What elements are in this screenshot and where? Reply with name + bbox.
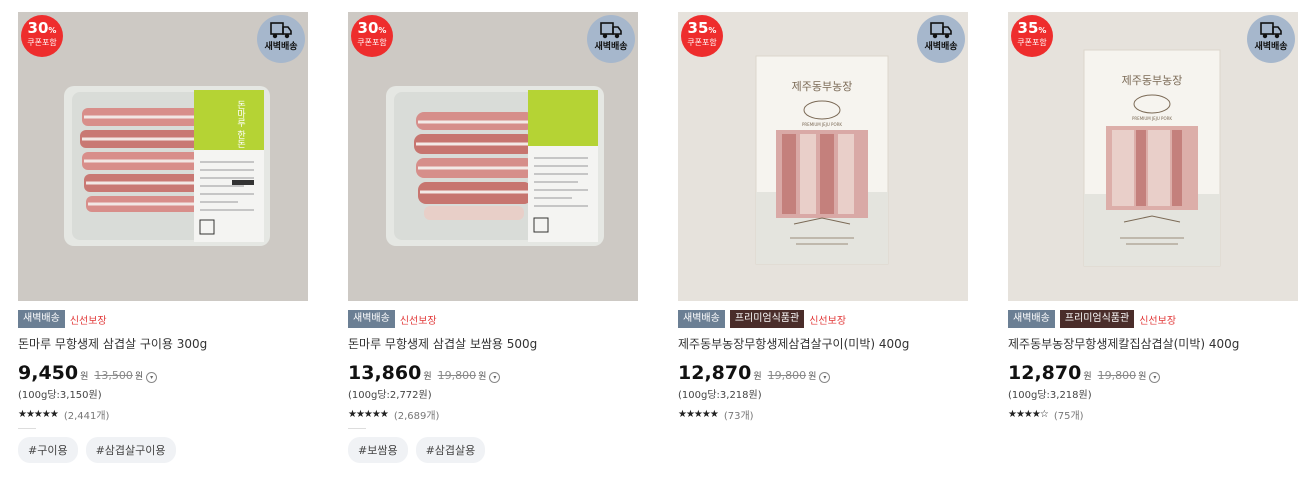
truck-icon: [600, 22, 622, 39]
dawn-tag: 새벽배송: [348, 310, 395, 328]
farm-en: PREMIUM JEJU PORK: [1132, 116, 1172, 121]
hashtag[interactable]: #구이용: [18, 437, 78, 463]
dawn-delivery-badge: 새벽배송: [1247, 15, 1295, 63]
fresh-guarantee: 신선보장: [399, 315, 437, 327]
product-image[interactable]: 제주동부농장 PREMIUM JEJU PORK 35% 쿠폰포함 새벽배송: [1008, 12, 1298, 301]
farm-name: 제주동부농장: [792, 80, 853, 93]
divider: [348, 428, 366, 429]
product-name[interactable]: 돈마루 무항생제 삼겹살 보쌈용 500g: [348, 335, 638, 352]
original-price: 13,500: [94, 369, 133, 382]
product-card[interactable]: 제주동부농장 PREMIUM JEJU PORK 35% 쿠폰포함 새벽배송 새…: [1008, 12, 1298, 422]
star-rating: ★★★★★: [18, 409, 59, 420]
unit-price: (100g당:2,772원): [348, 390, 432, 401]
sale-price: 12,870: [678, 362, 752, 384]
fresh-guarantee: 신선보장: [69, 315, 107, 327]
dawn-tag: 새벽배송: [1008, 310, 1055, 328]
brand-label: 돈마루 한돈: [235, 100, 245, 148]
sale-price: 9,450: [18, 362, 79, 384]
sale-price: 12,870: [1008, 362, 1082, 384]
dawn-delivery-badge: 새벽배송: [257, 15, 305, 63]
product-card[interactable]: 제주동부농장 PREMIUM JEJU PORK 35% 쿠폰포함 새벽배송 새…: [678, 12, 968, 422]
product-image[interactable]: 돈마루 한돈 30% 쿠폰포함 새벽배송: [18, 12, 308, 301]
hashtag[interactable]: #보쌈용: [348, 437, 408, 463]
product-image[interactable]: 제주동부농장 PREMIUM JEJU PORK 35% 쿠폰포함 새벽배송: [678, 12, 968, 301]
dawn-delivery-badge: 새벽배송: [917, 15, 965, 63]
hashtag[interactable]: #삼겹살용: [415, 437, 486, 463]
product-name[interactable]: 제주동부농장무항생제삼겹살구이(미박) 400g: [678, 335, 968, 352]
price-info-icon[interactable]: ▾: [1149, 372, 1161, 383]
fresh-guarantee: 신선보장: [1139, 315, 1177, 327]
dawn-tag: 새벽배송: [18, 310, 65, 328]
discount-badge: 30% 쿠폰포함: [21, 15, 63, 57]
unit-price: (100g당:3,218원): [678, 390, 762, 401]
star-rating: ★★★★☆: [1008, 409, 1049, 420]
price-info-icon[interactable]: ▾: [819, 372, 831, 383]
unit-price: (100g당:3,150원): [18, 390, 102, 401]
farm-en: PREMIUM JEJU PORK: [802, 122, 842, 127]
product-card[interactable]: 돈마루 한돈 30% 쿠폰포함 새벽배송 새벽배송 신선보장 돈마루 무항생제 …: [18, 12, 308, 463]
dawn-tag: 새벽배송: [678, 310, 725, 328]
unit-price: (100g당:3,218원): [1008, 390, 1092, 401]
sale-price: 13,860: [348, 362, 422, 384]
hashtag[interactable]: #삼겹살구이용: [85, 437, 176, 463]
discount-badge: 30% 쿠폰포함: [351, 15, 393, 57]
review-count: (75개): [1053, 411, 1084, 422]
original-price: 19,800: [767, 369, 807, 382]
premium-tag: 프리미엄식품관: [729, 310, 805, 328]
original-price: 19,800: [437, 369, 477, 382]
dawn-delivery-badge: 새벽배송: [587, 15, 635, 63]
discount-badge: 35% 쿠폰포함: [681, 15, 723, 57]
review-count: (2,441개): [63, 411, 110, 422]
review-count: (2,689개): [393, 411, 440, 422]
price-info-icon[interactable]: ▾: [146, 372, 158, 383]
truck-icon: [1260, 22, 1282, 39]
review-count: (73개): [723, 411, 754, 422]
star-rating: ★★★★★: [348, 409, 389, 420]
price-info-icon[interactable]: ▾: [489, 372, 501, 383]
divider: [18, 428, 36, 429]
star-rating: ★★★★★: [678, 409, 719, 420]
product-card[interactable]: 30% 쿠폰포함 새벽배송 새벽배송 신선보장 돈마루 무항생제 삼겹살 보쌈용…: [348, 12, 638, 463]
product-name[interactable]: 돈마루 무항생제 삼겹살 구이용 300g: [18, 335, 308, 352]
truck-icon: [270, 22, 292, 39]
product-name[interactable]: 제주동부농장무항생제칼집삼겹살(미박) 400g: [1008, 335, 1298, 352]
fresh-guarantee: 신선보장: [809, 315, 847, 327]
farm-name: 제주동부농장: [1122, 74, 1183, 87]
original-price: 19,800: [1097, 369, 1137, 382]
premium-tag: 프리미엄식품관: [1059, 310, 1135, 328]
product-image[interactable]: 30% 쿠폰포함 새벽배송: [348, 12, 638, 301]
truck-icon: [930, 22, 952, 39]
discount-badge: 35% 쿠폰포함: [1011, 15, 1053, 57]
